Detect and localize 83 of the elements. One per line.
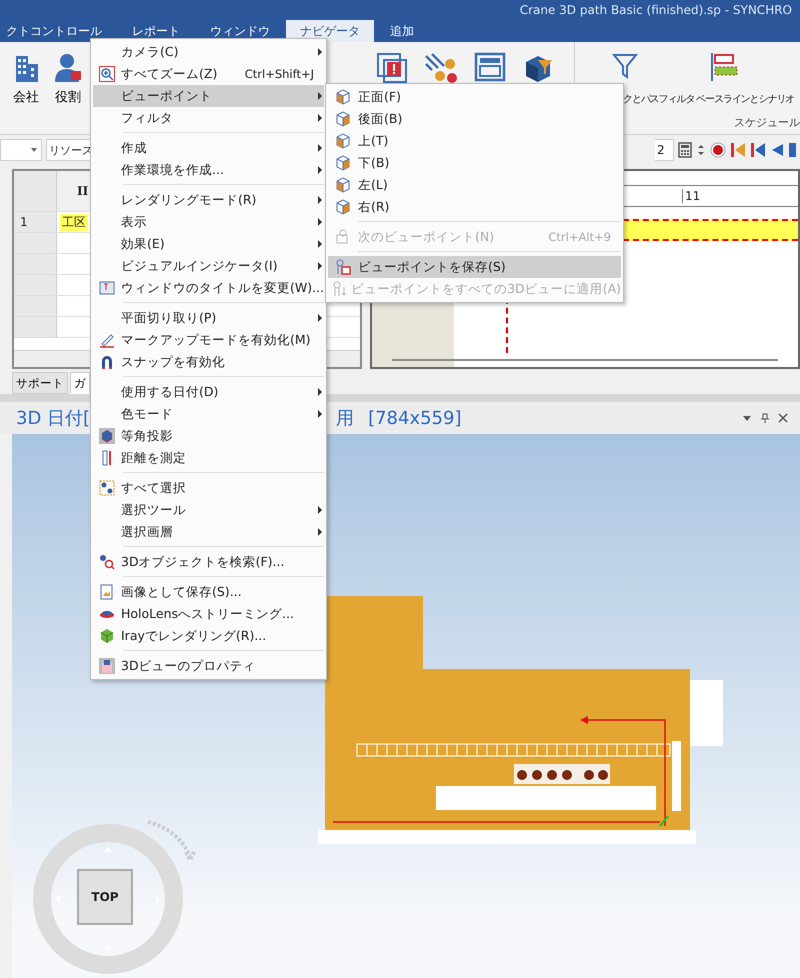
ribbon-button[interactable]: 会社 [8,52,44,112]
dropdown-icon[interactable] [742,413,752,423]
pencil-icon [99,332,115,348]
column-header: II [77,184,88,198]
previous-icon[interactable] [750,142,766,158]
menu-item[interactable]: ウィンドウのタイトルを変更(W)... [93,277,324,299]
cube-icon [335,155,351,171]
ribbon-label[interactable]: クとパスフィルタ [623,92,694,106]
timeline-header: 11 [682,189,700,203]
panel-tab[interactable]: ガ [70,372,90,394]
menu-item[interactable]: 右(R) [328,196,621,218]
menu-item[interactable]: 3Dオブジェクトを検索(F)... [93,551,324,573]
menu-item[interactable]: 選択画層 [93,521,324,543]
cube-icon [335,177,351,193]
cube-icon [335,89,351,105]
panel-tab[interactable]: サポート [12,372,68,394]
zoom-icon [99,66,115,82]
shortcut-text: Ctrl+Shift+J [244,67,314,81]
cube-icon [99,428,115,444]
menu-tab[interactable]: レポート [118,20,194,42]
back-icon[interactable] [770,142,784,158]
menu-item[interactable]: マークアップモードを有効化(M) [93,329,324,351]
ribbon-button[interactable]: 役割 [50,52,86,112]
menu-item[interactable]: HoloLensへストリーミング... [93,603,324,625]
shortcut-text: Ctrl+Alt+9 [548,230,611,244]
menu-item[interactable]: 後面(B) [328,108,621,130]
menu-tab[interactable]: 追加 [376,20,428,42]
save-viewpoint-icon [335,259,351,275]
menu-item[interactable]: 平面切り取り(P) [93,307,324,329]
menu-item[interactable]: ビューポイント [93,85,324,107]
menu-item[interactable]: ビューポイントを保存(S) [328,256,621,278]
search-icon [99,554,115,570]
menu-item[interactable]: 上(T) [328,130,621,152]
baseline-icon [709,52,739,82]
menu-item[interactable]: 色モード [93,403,324,425]
menu-item[interactable]: 左(L) [328,174,621,196]
menu-item[interactable]: 3Dビューのプロパティ [93,655,324,677]
magnet-icon [99,354,115,370]
calculator-icon[interactable] [678,142,692,158]
menu-item[interactable]: すべて選択 [93,477,324,499]
record-icon[interactable] [710,142,726,158]
stop-icon[interactable] [788,142,796,158]
view-size: [784x559] [368,408,462,428]
person-icon [54,52,82,82]
menu-item[interactable]: 距離を測定 [93,447,324,469]
menu-tab[interactable]: クトコントロール [0,20,116,42]
menu-item[interactable]: すべてズーム(Z) Ctrl+Shift+J [93,63,324,85]
menu-item[interactable]: 使用する日付(D) [93,381,324,403]
window-title: Crane 3D path Basic (finished).sp - SYNCHRO [520,3,792,17]
scrollbar[interactable] [392,359,778,361]
ribbon-label[interactable]: ベースラインとシナリオ [696,92,794,106]
network-icon [424,52,458,84]
view-title: 3D 日付[ [16,407,90,430]
select-all-icon [99,480,115,496]
menu-item[interactable]: カメラ(C) [93,41,324,63]
pin-icon[interactable] [760,413,770,423]
cube-icon [335,133,351,149]
group-label: スケジュール [734,115,800,130]
menu-item[interactable]: 下(B) [328,152,621,174]
apply-viewpoint-icon [332,281,348,297]
row-number: 1 [14,212,57,232]
view-title: 用 [336,407,354,430]
menu-item[interactable]: 選択ツール [93,499,324,521]
image-icon [99,584,115,600]
hexagon-icon [99,628,115,644]
layout-icon [474,52,506,82]
nav-cube[interactable]: TOP [77,869,133,925]
window-icon [98,280,115,296]
filter-icon [611,52,639,80]
spinner-icon[interactable] [696,142,706,158]
first-icon[interactable] [730,142,746,158]
properties-icon [99,658,115,674]
cube-icon [335,199,351,215]
menu-tab[interactable]: ナビゲータ [286,20,374,42]
table-cell: 工区 [60,214,88,230]
date-field[interactable]: 2 [655,139,674,161]
menu-tab[interactable]: ウィンドウ [196,20,284,42]
menu-item[interactable]: 正面(F) [328,86,621,108]
menu-item[interactable]: Irayでレンダリング(R)... [93,625,324,647]
menu-item[interactable]: 画像として保存(S)... [93,581,324,603]
close-icon[interactable] [778,413,788,423]
menu-item[interactable]: スナップを有効化 [93,351,324,373]
cube-icon [335,111,351,127]
